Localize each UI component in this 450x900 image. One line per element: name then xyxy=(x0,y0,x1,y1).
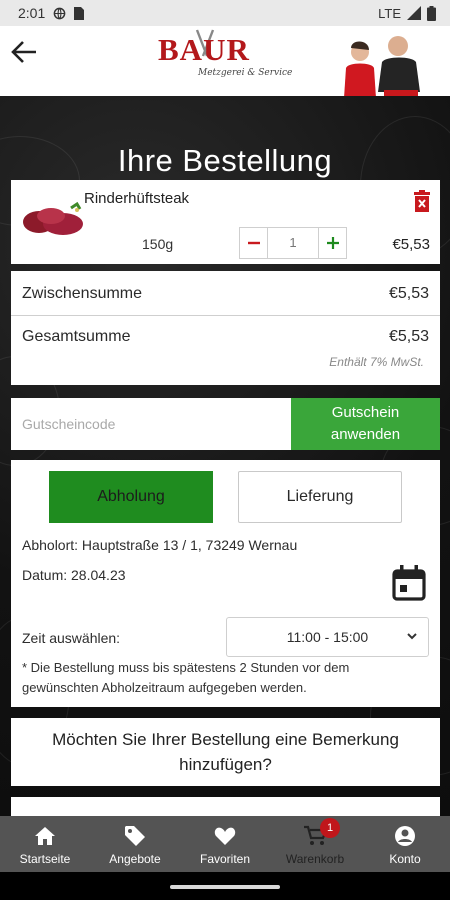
pickup-note: * Die Bestellung muss bis spätestens 2 S… xyxy=(22,660,350,695)
home-icon xyxy=(35,827,55,845)
nav-item-warenkorb[interactable]: Warenkorb 1 xyxy=(270,816,360,872)
account-icon xyxy=(395,826,415,846)
quantity-stepper: 1 xyxy=(239,227,347,259)
cart-item: Rinderhüftsteak 150g 1 €5,53 xyxy=(11,180,440,264)
next-card-peek xyxy=(11,797,440,817)
order-totals: Zwischensumme €5,53 Gesamtsumme €5,53 En… xyxy=(11,271,440,385)
home-gesture-handle[interactable] xyxy=(170,885,280,889)
network-type: LTE xyxy=(378,5,401,21)
signal-icon xyxy=(407,6,421,20)
nav-label: Favoriten xyxy=(199,852,251,866)
nav-item-angebote[interactable]: Angebote xyxy=(90,816,180,872)
logo-tagline: Metzgerei & Service xyxy=(198,68,293,78)
delete-item-icon[interactable] xyxy=(413,190,431,212)
time-slot-value: 11:00 - 15:00 xyxy=(286,629,369,645)
chevron-down-icon xyxy=(407,633,417,640)
system-navigation-bar xyxy=(0,872,450,900)
bottom-navigation: Startseite Angebote Favoriten Warenkorb … xyxy=(0,816,450,872)
total-row: Gesamtsumme €5,53 xyxy=(22,328,429,346)
product-image xyxy=(23,201,83,235)
decrease-quantity-button[interactable] xyxy=(240,228,268,258)
product-price: €5,53 xyxy=(392,236,430,253)
divider xyxy=(11,315,440,316)
subtotal-value: €5,53 xyxy=(388,285,429,302)
product-weight: 150g xyxy=(142,236,174,252)
tab-pickup[interactable]: Abholung xyxy=(49,471,213,523)
apply-voucher-button[interactable]: Gutschein anwenden xyxy=(291,398,440,450)
status-bar: 2:01 LTE xyxy=(0,0,450,26)
nav-label: Konto xyxy=(389,852,421,866)
cart-count-badge: 1 xyxy=(320,818,340,838)
increase-quantity-button[interactable] xyxy=(318,228,346,258)
back-button[interactable] xyxy=(6,34,42,70)
minus-icon xyxy=(247,241,260,245)
status-time: 2:01 xyxy=(18,5,46,21)
total-label: Gesamtsumme xyxy=(22,328,131,345)
app-header: BAUR Metzgerei & Service xyxy=(0,26,450,130)
nav-item-favoriten[interactable]: Favoriten xyxy=(180,816,270,872)
page-title: Ihre Bestellung xyxy=(117,143,333,178)
pickup-location: Abholort: Hauptstraße 13 / 1, 73249 Wern… xyxy=(22,537,298,553)
arrow-left-icon xyxy=(11,41,36,63)
total-value: €5,53 xyxy=(388,328,429,345)
sim-card-icon xyxy=(74,6,85,20)
battery-icon xyxy=(427,5,436,21)
pickup-date: Datum: 28.04.23 xyxy=(22,567,126,583)
heart-icon xyxy=(214,827,236,845)
vpn-globe-icon xyxy=(53,7,66,19)
voucher-code-input[interactable] xyxy=(11,398,291,450)
product-name: Rinderhüftsteak xyxy=(84,190,190,207)
nav-label: Startseite xyxy=(19,852,71,866)
add-remark-prompt[interactable]: Möchten Sie Ihrer Bestellung eine Bemerk… xyxy=(11,718,440,786)
tab-delivery[interactable]: Lieferung xyxy=(238,471,402,523)
subtotal-row: Zwischensumme €5,53 xyxy=(22,285,429,303)
quantity-value[interactable]: 1 xyxy=(268,228,318,258)
time-label: Zeit auswählen: xyxy=(22,630,121,646)
nav-label: Warenkorb xyxy=(285,852,345,866)
nav-item-konto[interactable]: Konto xyxy=(360,816,450,872)
logo-text: BAUR xyxy=(158,32,250,67)
voucher-section: Gutschein anwenden xyxy=(11,398,440,450)
nav-item-startseite[interactable]: Startseite xyxy=(0,816,90,872)
subtotal-label: Zwischensumme xyxy=(22,285,143,302)
tag-icon xyxy=(125,826,145,846)
calendar-icon[interactable] xyxy=(392,565,426,601)
time-slot-select[interactable]: 11:00 - 15:00 xyxy=(226,617,429,657)
vat-note: Enthält 7% MwSt. xyxy=(329,355,424,369)
brand-logo: BAUR Metzgerei & Service xyxy=(158,29,298,82)
nav-label: Angebote xyxy=(109,852,161,866)
fulfillment-card: Abholung Lieferung Abholort: Hauptstraße… xyxy=(11,460,440,707)
plus-icon xyxy=(326,237,339,249)
